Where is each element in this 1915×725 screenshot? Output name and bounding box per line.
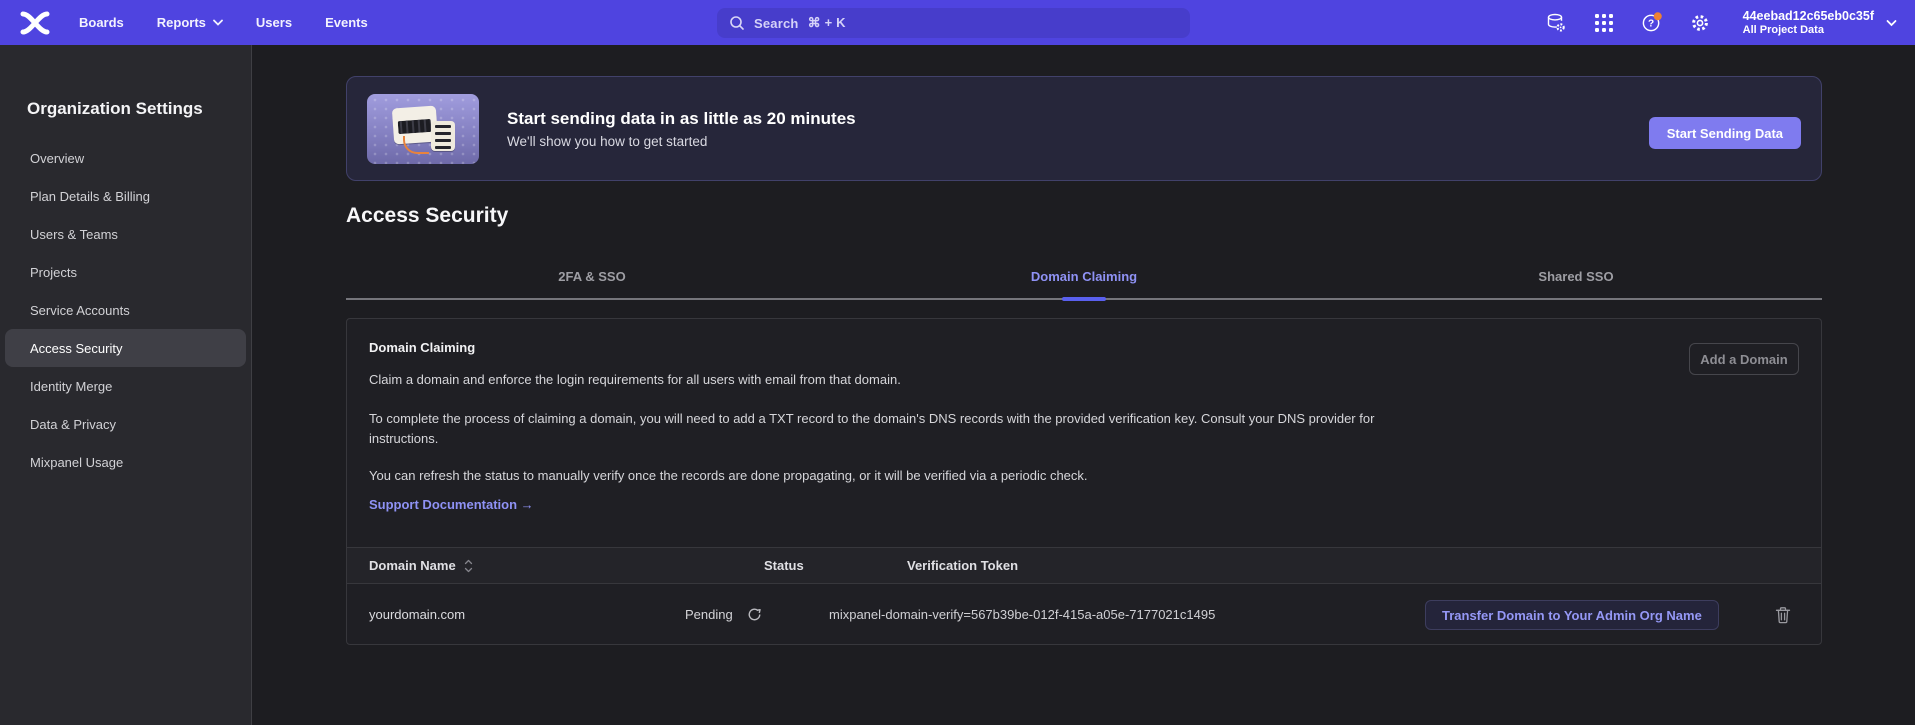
domain-claiming-description: Claim a domain and enforce the login req… [369,370,901,390]
domains-table-header: Domain Name Status Verification Token [347,547,1821,584]
sidebar-item-identity-merge[interactable]: Identity Merge [5,367,246,405]
domain-claiming-refresh-note: You can refresh the status to manually v… [369,466,1088,486]
search-shortcut: ⌘ + K [808,15,846,31]
delete-domain-icon[interactable] [1775,584,1791,645]
table-row: yourdomain.com Pending mixpanel-domain-v… [347,584,1821,645]
nav-item-label: Users [256,15,292,30]
domain-claiming-card: Domain Claiming Add a Domain Claim a dom… [346,318,1822,645]
svg-text:?: ? [1648,19,1654,30]
sidebar-item-overview[interactable]: Overview [5,139,246,177]
settings-gear-icon[interactable] [1689,12,1711,34]
nav-menu: Boards Reports Users Events [79,15,401,30]
tab-2fa-sso[interactable]: 2FA & SSO [346,258,838,298]
banner-title: Start sending data in as little as 20 mi… [507,109,856,129]
search-input[interactable]: Search ⌘ + K [717,8,1190,38]
account-text: 44eebad12c65eb0c35f All Project Data [1743,9,1874,37]
tab-shared-sso[interactable]: Shared SSO [1330,258,1822,298]
column-header-label: Domain Name [369,558,456,573]
sidebar-item-plan-details-billing[interactable]: Plan Details & Billing [5,177,246,215]
support-documentation-link[interactable]: Support Documentation → [369,497,534,512]
sort-icon[interactable] [464,559,473,573]
nav-item-reports[interactable]: Reports [157,15,223,30]
sidebar-item-access-security[interactable]: Access Security [5,329,246,367]
chevron-down-icon [213,19,223,26]
status-cell: Pending [685,584,762,645]
tab-label: 2FA & SSO [558,269,625,284]
status-text: Pending [685,607,733,622]
settings-sidebar: Organization Settings Overview Plan Deta… [0,45,252,725]
column-header-label: Status [764,558,804,573]
chevron-down-icon [1886,19,1897,27]
tab-label: Domain Claiming [1031,269,1137,284]
tab-domain-claiming[interactable]: Domain Claiming [838,258,1330,298]
start-sending-data-button[interactable]: Start Sending Data [1649,117,1801,149]
nav-item-events[interactable]: Events [325,15,368,30]
domain-claiming-instructions: To complete the process of claiming a do… [369,409,1447,449]
nav-item-label: Events [325,15,368,30]
help-icon[interactable]: ? [1641,12,1663,34]
account-project: All Project Data [1743,23,1874,37]
column-header-domain-name[interactable]: Domain Name [369,548,473,583]
mixpanel-logo-icon[interactable] [18,10,52,36]
banner-illustration [367,94,479,164]
tab-label: Shared SSO [1538,269,1613,284]
refresh-status-icon[interactable] [747,607,762,622]
verification-token-cell: mixpanel-domain-verify=567b39be-012f-415… [829,584,1215,645]
onboarding-banner: Start sending data in as little as 20 mi… [346,76,1822,181]
banner-subtitle: We'll show you how to get started [507,134,856,149]
add-domain-button[interactable]: Add a Domain [1689,343,1799,375]
data-management-icon[interactable] [1545,12,1567,34]
card-title: Domain Claiming [369,340,475,355]
notification-badge [1653,12,1661,20]
apps-grid-icon[interactable] [1593,12,1615,34]
transfer-domain-button[interactable]: Transfer Domain to Your Admin Org Name [1425,600,1719,630]
column-header-label: Verification Token [907,558,1018,573]
page-title: Access Security [346,204,508,228]
sidebar-item-service-accounts[interactable]: Service Accounts [5,291,246,329]
banner-text: Start sending data in as little as 20 mi… [507,109,856,149]
domain-name-cell: yourdomain.com [369,584,465,645]
active-tab-underline [1062,297,1106,301]
top-navigation: Boards Reports Users Events Search ⌘ + K [0,0,1915,45]
sidebar-nav-list: Overview Plan Details & Billing Users & … [0,139,251,481]
sidebar-item-projects[interactable]: Projects [5,253,246,291]
sidebar-item-data-privacy[interactable]: Data & Privacy [5,405,246,443]
nav-right-cluster: ? 44eebad12c65eb0c35f All Project Data [1545,0,1897,45]
column-header-status: Status [764,548,804,583]
nav-item-label: Reports [157,15,206,30]
nav-item-users[interactable]: Users [256,15,292,30]
sidebar-title: Organization Settings [27,99,203,119]
search-icon [729,15,745,31]
account-switcher[interactable]: 44eebad12c65eb0c35f All Project Data [1743,9,1897,37]
access-security-tabs: 2FA & SSO Domain Claiming Shared SSO [346,258,1822,300]
sidebar-item-users-teams[interactable]: Users & Teams [5,215,246,253]
search-placeholder: Search [754,16,799,31]
account-id: 44eebad12c65eb0c35f [1743,9,1874,23]
nav-item-boards[interactable]: Boards [79,15,124,30]
nav-item-label: Boards [79,15,124,30]
column-header-verification-token: Verification Token [907,548,1018,583]
sidebar-item-mixpanel-usage[interactable]: Mixpanel Usage [5,443,246,481]
